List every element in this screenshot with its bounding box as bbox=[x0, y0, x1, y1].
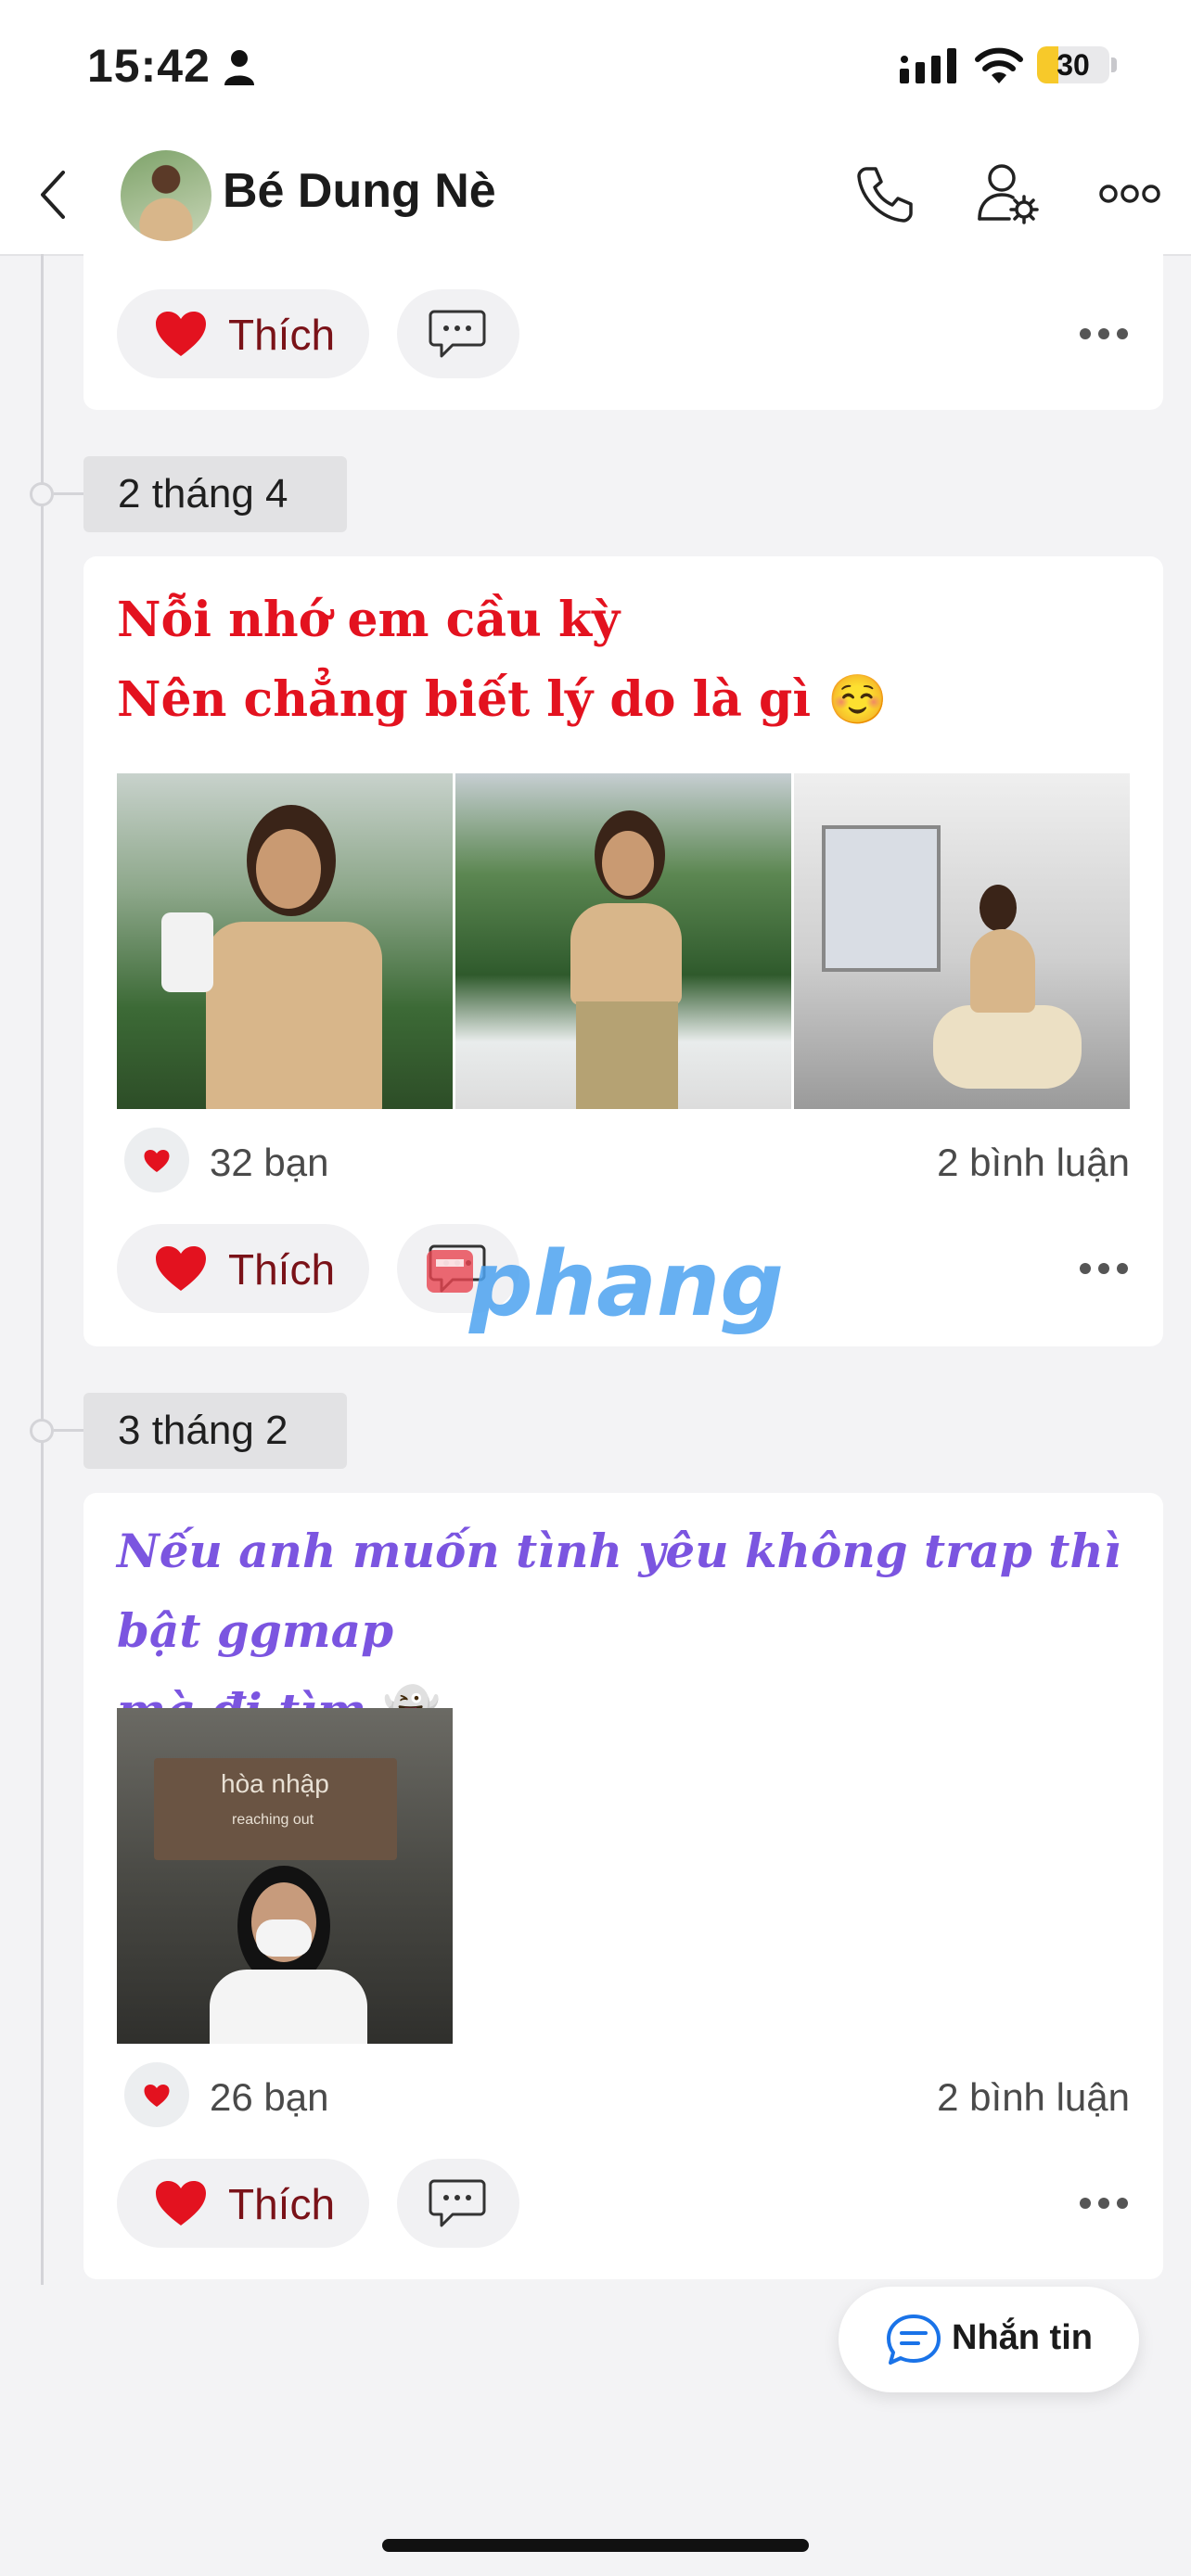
like-count[interactable]: 26 bạn bbox=[210, 2075, 328, 2120]
post-photo[interactable]: hòa nhập reaching out bbox=[117, 1708, 453, 2044]
more-icon[interactable] bbox=[1078, 1259, 1130, 1278]
comment-icon bbox=[429, 310, 486, 358]
heart-icon bbox=[156, 2181, 206, 2225]
post-text-line: Nỗi nhớ em cầu kỳ bbox=[117, 592, 621, 648]
post-text-line: Nếu anh muốn tình yêu không trap thì bật… bbox=[117, 1524, 1121, 1658]
like-count[interactable]: 32 bạn bbox=[210, 1141, 328, 1185]
post-card: Nếu anh muốn tình yêu không trap thì bật… bbox=[83, 1493, 1163, 2279]
status-time: 15:42 bbox=[87, 40, 211, 92]
heart-icon bbox=[156, 312, 206, 356]
post-card-previous: Thích bbox=[83, 254, 1163, 410]
avatar[interactable] bbox=[121, 150, 211, 241]
photo-sign-text: hòa nhập bbox=[221, 1769, 329, 1798]
post-text-line-2: Nên chẳng biết lý do là gì bbox=[117, 671, 812, 728]
wifi-icon bbox=[975, 47, 1023, 83]
post-text: Nỗi nhớ em cầu kỳ Nên chẳng biết lý do l… bbox=[117, 580, 1135, 740]
header-bar: Bé Dung Nè bbox=[0, 139, 1191, 256]
post-text-line: Nên chẳng biết lý do là gì ☺️ bbox=[117, 660, 1135, 740]
like-label: Thích bbox=[228, 311, 336, 359]
message-button[interactable]: Nhắn tin bbox=[839, 2287, 1139, 2392]
comment-count[interactable]: 2 bình luận bbox=[937, 2075, 1130, 2120]
date-chip: 3 tháng 2 bbox=[83, 1393, 347, 1469]
like-summary-icon bbox=[124, 1128, 189, 1192]
status-bar: 15:42 30 bbox=[0, 0, 1191, 139]
person-icon bbox=[224, 50, 254, 85]
comment-button[interactable] bbox=[397, 289, 519, 378]
more-icon[interactable] bbox=[1078, 2194, 1130, 2213]
post-photo[interactable] bbox=[117, 773, 453, 1109]
heart-icon bbox=[156, 1246, 206, 1291]
like-button[interactable]: Thích bbox=[117, 1224, 369, 1313]
watermark-text: phang bbox=[468, 1233, 784, 1335]
post-photo[interactable] bbox=[794, 773, 1130, 1109]
phone-icon[interactable] bbox=[853, 163, 915, 224]
watermark-logo: phang bbox=[427, 1233, 784, 1335]
post-photo[interactable] bbox=[455, 773, 791, 1109]
comment-button[interactable] bbox=[397, 2159, 519, 2248]
comment-icon bbox=[429, 2179, 486, 2227]
post-card: Nỗi nhớ em cầu kỳ Nên chẳng biết lý do l… bbox=[83, 556, 1163, 1346]
chat-icon bbox=[887, 2315, 941, 2365]
message-button-label: Nhắn tin bbox=[952, 2318, 1093, 2357]
signal-icon bbox=[900, 48, 956, 83]
like-label: Thích bbox=[228, 2180, 336, 2228]
battery-icon: 30 bbox=[1037, 46, 1109, 83]
page-title[interactable]: Bé Dung Nè bbox=[223, 163, 496, 219]
profile-settings-icon[interactable] bbox=[976, 161, 1041, 226]
timeline-connector bbox=[54, 492, 85, 495]
battery-nub bbox=[1111, 57, 1117, 72]
like-button[interactable]: Thích bbox=[117, 289, 369, 378]
back-icon[interactable] bbox=[32, 167, 78, 223]
emoji: ☺️ bbox=[827, 672, 889, 728]
timeline-connector bbox=[54, 1429, 85, 1432]
timeline-line bbox=[41, 254, 44, 2285]
like-button[interactable]: Thích bbox=[117, 2159, 369, 2248]
timeline-dot bbox=[30, 482, 54, 506]
more-icon[interactable] bbox=[1098, 182, 1161, 206]
photo-sign-subtext: reaching out bbox=[232, 1812, 314, 1828]
timeline-dot bbox=[30, 1419, 54, 1443]
more-icon[interactable] bbox=[1078, 325, 1130, 343]
like-summary-icon bbox=[124, 2062, 189, 2127]
comment-count[interactable]: 2 bình luận bbox=[937, 1141, 1130, 1185]
date-chip: 2 tháng 4 bbox=[83, 456, 347, 532]
home-indicator[interactable] bbox=[382, 2539, 809, 2552]
battery-percent: 30 bbox=[1057, 48, 1090, 82]
like-label: Thích bbox=[228, 1245, 336, 1294]
